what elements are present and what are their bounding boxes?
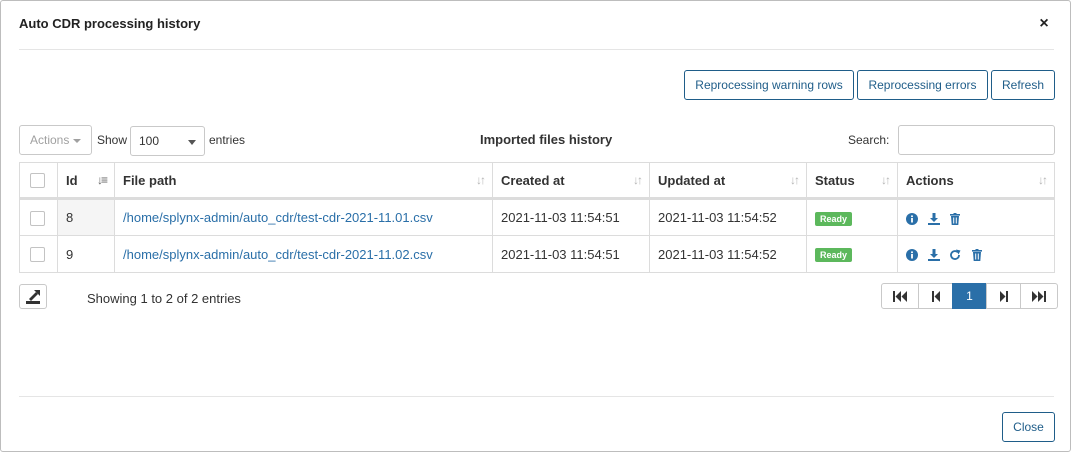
row-checkbox[interactable] (30, 210, 45, 226)
table-row: 9 /home/splynx-admin/auto_cdr/test-cdr-2… (19, 235, 1055, 273)
sort-icon[interactable]: ↓↑ (881, 173, 891, 187)
column-created-at[interactable]: Created at ↓↑ (492, 162, 650, 200)
download-icon[interactable] (927, 212, 940, 225)
row-updated-at: 2021-11-03 11:54:52 (649, 198, 807, 236)
row-actions-cell (897, 198, 1055, 236)
row-id: 8 (57, 198, 115, 236)
actions-dropdown-label: Actions (30, 133, 70, 147)
file-path-link[interactable]: /home/splynx-admin/auto_cdr/test-cdr-202… (123, 247, 433, 262)
row-actions-cell (897, 235, 1055, 273)
column-id[interactable]: Id ↓≡ (57, 162, 115, 200)
row-status-cell: Ready (806, 235, 898, 273)
table-row: 8 /home/splynx-admin/auto_cdr/test-cdr-2… (19, 198, 1055, 236)
download-icon[interactable] (927, 249, 940, 262)
first-page-button[interactable] (881, 283, 919, 309)
search-label: Search: (848, 133, 890, 147)
row-select-cell (19, 198, 58, 236)
entries-label: entries (209, 133, 246, 147)
close-button[interactable]: Close (1002, 412, 1055, 442)
sort-icon[interactable]: ↓↑ (476, 173, 486, 187)
reprocess-icon[interactable] (949, 249, 961, 261)
column-status[interactable]: Status ↓↑ (806, 162, 898, 200)
status-badge: Ready (815, 248, 853, 262)
column-file-path[interactable]: File path ↓↑ (114, 162, 493, 200)
row-file-path-cell: /home/splynx-admin/auto_cdr/test-cdr-202… (114, 198, 493, 236)
info-icon[interactable] (906, 249, 918, 262)
next-page-button[interactable] (986, 283, 1021, 309)
column-updated-at-label: Updated at (658, 172, 726, 188)
actions-dropdown[interactable]: Actions (19, 125, 92, 155)
select-all-cell (19, 162, 58, 200)
row-select-cell (19, 235, 58, 273)
sort-desc-icon[interactable]: ↓≡ (97, 173, 108, 187)
sort-icon[interactable]: ↓↑ (790, 173, 800, 187)
file-path-link[interactable]: /home/splynx-admin/auto_cdr/test-cdr-202… (123, 210, 433, 225)
select-all-checkbox[interactable] (30, 173, 45, 189)
column-updated-at[interactable]: Updated at ↓↑ (649, 162, 807, 200)
refresh-button[interactable]: Refresh (991, 70, 1055, 100)
next-page-icon (999, 290, 1008, 302)
table-header-row: Id ↓≡ File path ↓↑ Created at ↓↑ Updated at… (19, 162, 1055, 200)
caret-down-icon (188, 140, 196, 145)
reprocess-errors-button[interactable]: Reprocessing errors (857, 70, 988, 100)
info-icon[interactable] (906, 212, 918, 225)
row-updated-at: 2021-11-03 11:54:52 (649, 235, 807, 273)
previous-page-button[interactable] (918, 283, 953, 309)
pagination-info: Showing 1 to 2 of 2 entries (87, 291, 241, 306)
column-actions-label: Actions (906, 172, 954, 188)
status-badge: Ready (815, 211, 853, 226)
dialog: Auto CDR processing history × Reprocessi… (0, 0, 1071, 452)
first-page-icon (893, 290, 907, 302)
row-created-at: 2021-11-03 11:54:51 (492, 198, 650, 236)
delete-icon[interactable] (971, 249, 983, 262)
footer-divider (19, 396, 1054, 397)
close-icon[interactable]: × (1035, 15, 1053, 33)
sort-icon[interactable]: ↓↑ (633, 173, 643, 187)
header-divider (19, 49, 1054, 50)
page-size-select[interactable]: 100 (130, 126, 205, 156)
export-icon (26, 290, 40, 304)
history-table: Id ↓≡ File path ↓↑ Created at ↓↑ Updated at… (19, 162, 1055, 273)
show-label: Show (97, 133, 128, 147)
row-status-cell: Ready (806, 198, 898, 236)
dialog-title: Auto CDR processing history (19, 16, 201, 31)
column-id-label: Id (66, 172, 78, 188)
row-checkbox[interactable] (30, 247, 45, 263)
caret-down-icon (73, 138, 82, 143)
export-button[interactable] (19, 284, 47, 309)
row-id: 9 (57, 235, 115, 273)
last-page-icon (1032, 290, 1046, 302)
delete-icon[interactable] (949, 212, 961, 225)
table-title: Imported files history (480, 132, 613, 147)
page-size-value: 100 (139, 134, 160, 148)
sort-icon[interactable]: ↓↑ (1038, 173, 1048, 187)
search-input[interactable] (898, 125, 1055, 155)
column-actions[interactable]: Actions ↓↑ (897, 162, 1055, 200)
column-file-path-label: File path (123, 172, 177, 188)
reprocess-warning-button[interactable]: Reprocessing warning rows (684, 70, 854, 100)
column-status-label: Status (815, 172, 855, 188)
pagination: 1 (881, 283, 1058, 309)
column-created-at-label: Created at (501, 172, 565, 188)
row-file-path-cell: /home/splynx-admin/auto_cdr/test-cdr-202… (114, 235, 493, 273)
row-created-at: 2021-11-03 11:54:51 (492, 235, 650, 273)
page-1-button[interactable]: 1 (952, 283, 987, 309)
previous-page-icon (931, 290, 940, 302)
last-page-button[interactable] (1020, 283, 1058, 309)
